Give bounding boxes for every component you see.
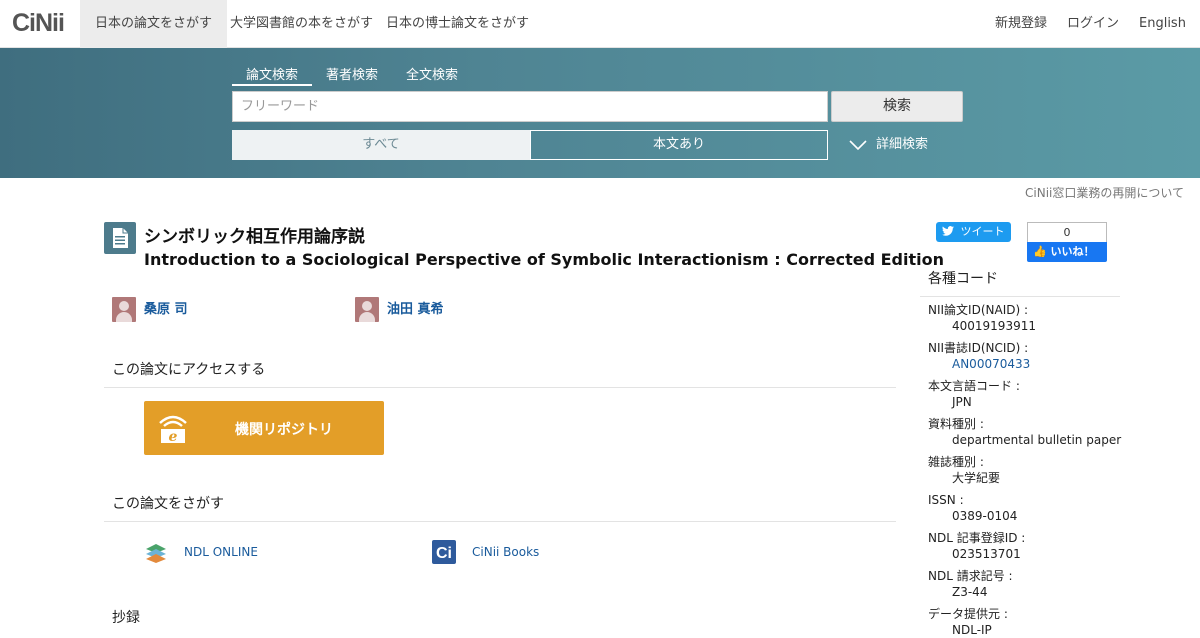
advanced-search-label: 詳細検索 xyxy=(876,137,929,152)
abstract-heading: 抄録 xyxy=(112,610,140,626)
code-value: departmental bulletin paper xyxy=(952,433,1122,447)
code-item: NDL 記事登録ID : 023513701 xyxy=(928,530,1025,562)
nav-tab-articles[interactable]: 日本の論文をさがす xyxy=(80,0,228,48)
code-label: 本文言語コード : xyxy=(928,379,1020,393)
code-item: NII論文ID(NAID) : 40019193911 xyxy=(928,302,1036,334)
repository-button-label: 機関リポジトリ xyxy=(235,422,333,438)
code-value: 大学紀要 xyxy=(952,471,1001,485)
tab-fulltext-search[interactable]: 全文検索 xyxy=(398,64,466,86)
code-label: ISSN : xyxy=(928,493,964,507)
ndl-online-label: NDL ONLINE xyxy=(184,545,258,559)
article-title-en: Introduction to a Sociological Perspecti… xyxy=(144,250,944,269)
code-value: 40019193911 xyxy=(952,319,1036,333)
cinii-books-icon: Ci xyxy=(432,540,456,564)
login-link[interactable]: ログイン xyxy=(1067,0,1119,48)
find-heading: この論文をさがす xyxy=(104,493,896,522)
ncid-link[interactable]: AN00070433 xyxy=(928,356,1030,372)
code-item: NDL 請求記号 : Z3-44 xyxy=(928,568,1013,600)
code-value: 023513701 xyxy=(952,547,1021,561)
code-label: 雑誌種別 : xyxy=(928,455,984,469)
svg-text:Ci: Ci xyxy=(436,545,452,562)
nav-tab-dissertations[interactable]: 日本の博士論文をさがす xyxy=(371,0,544,48)
code-value: NDL-IP xyxy=(952,623,992,637)
code-label: NII書誌ID(NCID) : xyxy=(928,341,1029,355)
code-value: 0389-0104 xyxy=(952,509,1018,523)
document-icon xyxy=(104,222,136,254)
author-name[interactable]: 桑原 司 xyxy=(144,298,188,317)
code-label: データ提供元 : xyxy=(928,607,1008,621)
chevron-down-icon xyxy=(849,139,867,150)
tab-article-search[interactable]: 論文検索 xyxy=(232,64,312,86)
filter-all[interactable]: すべて xyxy=(232,130,530,160)
repository-icon: e xyxy=(159,415,187,445)
notice-link[interactable]: CiNii窓口業務の再開について xyxy=(1025,184,1184,201)
like-button[interactable]: 👍 いいね！ xyxy=(1027,242,1107,262)
code-item: データ提供元 : NDL-IP xyxy=(928,606,1008,638)
code-item: 資料種別 : departmental bulletin paper xyxy=(928,416,1121,448)
search-input[interactable] xyxy=(232,91,828,122)
access-heading: この論文にアクセスする xyxy=(104,359,896,388)
advanced-search-toggle[interactable]: 詳細検索 xyxy=(848,134,928,156)
like-label: いいね！ xyxy=(1050,245,1095,258)
code-item: NII書誌ID(NCID) : AN00070433 xyxy=(928,340,1030,372)
like-count: 0 xyxy=(1027,222,1107,243)
thumbs-up-icon: 👍 xyxy=(1033,245,1047,258)
author-name[interactable]: 油田 真希 xyxy=(387,298,444,317)
filter-fulltext[interactable]: 本文あり xyxy=(530,130,828,160)
code-label: 資料種別 : xyxy=(928,417,984,431)
article-title-ja: シンボリック相互作用論序説 xyxy=(144,227,365,247)
tweet-label: ツイート xyxy=(960,225,1005,238)
code-value: JPN xyxy=(952,395,972,409)
code-item: 本文言語コード : JPN xyxy=(928,378,1020,410)
codes-heading: 各種コード xyxy=(920,266,1120,297)
repository-button[interactable]: e 機関リポジトリ xyxy=(144,401,384,455)
code-label: NDL 記事登録ID : xyxy=(928,531,1026,545)
code-label: NII論文ID(NAID) : xyxy=(928,303,1029,317)
language-link[interactable]: English xyxy=(1139,0,1186,48)
code-item: ISSN : 0389-0104 xyxy=(928,492,1017,524)
register-link[interactable]: 新規登録 xyxy=(995,0,1047,48)
code-label: NDL 請求記号 : xyxy=(928,569,1013,583)
top-nav: CiNii 日本の論文をさがす 大学図書館の本をさがす 日本の博士論文をさがす … xyxy=(0,0,1200,48)
cinii-books-label: CiNii Books xyxy=(472,545,540,559)
nav-tab-books[interactable]: 大学図書館の本をさがす xyxy=(215,0,388,48)
tab-author-search[interactable]: 著者検索 xyxy=(318,64,386,86)
avatar-icon xyxy=(112,297,136,322)
cinii-logo[interactable]: CiNii xyxy=(12,9,65,38)
search-button[interactable]: 検索 xyxy=(831,91,963,122)
svg-text:e: e xyxy=(169,429,178,445)
ndl-online-icon xyxy=(146,544,166,563)
code-item: 雑誌種別 : 大学紀要 xyxy=(928,454,1000,486)
avatar-icon xyxy=(355,297,379,322)
tweet-button[interactable]: ツイート xyxy=(936,222,1011,242)
search-band: 論文検索 著者検索 全文検索 検索 すべて 本文あり 詳細検索 xyxy=(0,48,1200,178)
code-value: Z3-44 xyxy=(952,585,988,599)
twitter-icon xyxy=(942,226,954,236)
